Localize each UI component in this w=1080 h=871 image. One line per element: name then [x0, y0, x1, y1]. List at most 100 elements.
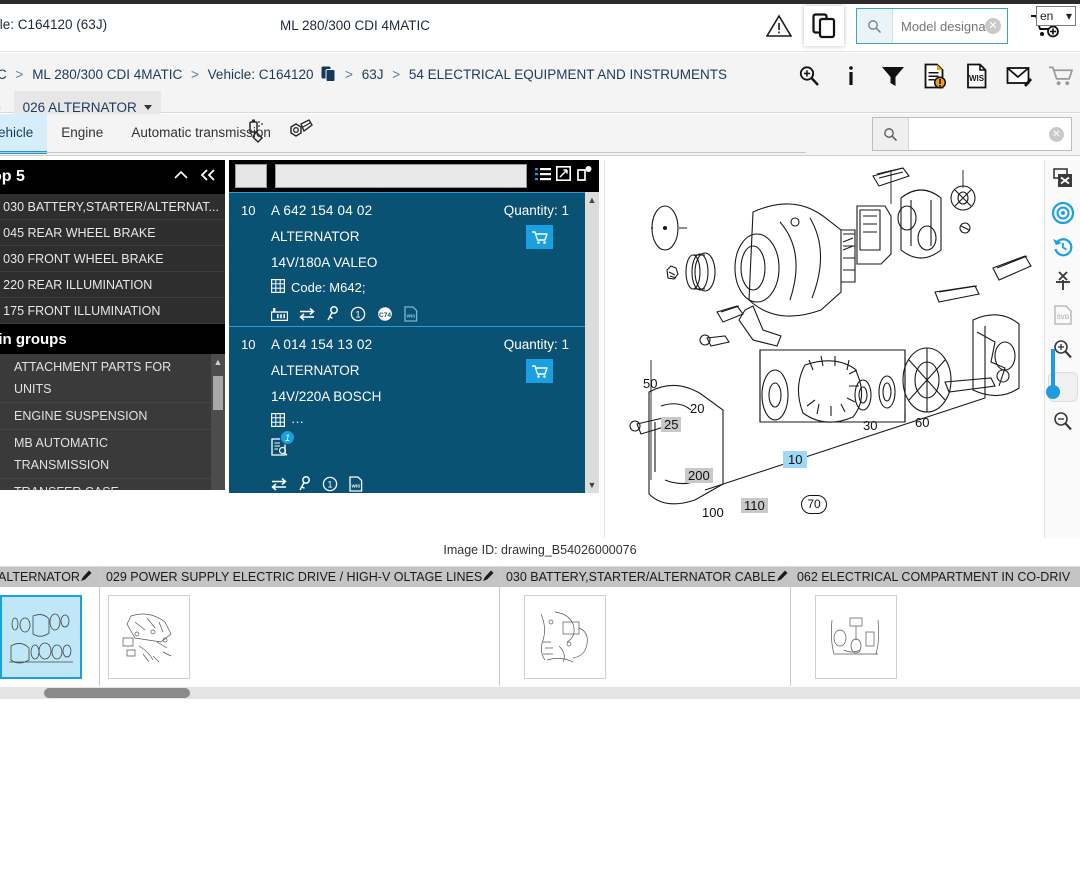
- breadcrumb-item-2[interactable]: Vehicle: C164120: [208, 67, 314, 82]
- table-grid-icon[interactable]: [271, 413, 286, 430]
- list-item[interactable]: [0, 595, 82, 679]
- key-icon[interactable]: [326, 306, 339, 327]
- clear-icon[interactable]: ✕: [1049, 126, 1064, 142]
- add-to-cart-icon[interactable]: [526, 225, 553, 249]
- thumbnail-group-title: 030 BATTERY,STARTER/ALTERNATOR CABLE: [505, 570, 776, 584]
- diagram-callout-200[interactable]: 200: [685, 468, 713, 483]
- warning-triangle-icon[interactable]: [762, 6, 796, 46]
- wis-icon[interactable]: WIS: [349, 476, 363, 493]
- scrollbar-thumb[interactable]: [44, 688, 190, 698]
- thumbnail-group-0: ALTERNATOR: [0, 567, 100, 686]
- table-row[interactable]: 10 A 014 154 13 02 ALTERNATOR 14V/220A B…: [229, 326, 599, 492]
- diagram-callout-110[interactable]: 110: [741, 498, 768, 513]
- parts-search-input[interactable]: [909, 118, 1049, 150]
- target-focus-icon[interactable]: [1048, 198, 1078, 228]
- circle-one-icon[interactable]: 1: [322, 476, 338, 493]
- thumbnail-group-header[interactable]: ALTERNATOR: [0, 567, 99, 587]
- list-view-icon[interactable]: [535, 166, 551, 187]
- thumbnail-group-header[interactable]: 062 ELECTRICAL COMPARTMENT IN CO-DRIV: [790, 567, 1080, 587]
- unpin-icon[interactable]: [1048, 266, 1078, 296]
- svg-text:WIS: WIS: [968, 74, 984, 83]
- paint-spray-icon[interactable]: [246, 118, 272, 149]
- breadcrumb-item-3[interactable]: 63J: [362, 67, 384, 82]
- context-tab-bar: ehicle Engine Automatic transmission ✕: [0, 114, 1080, 156]
- svg-export-icon[interactable]: SVG: [1048, 300, 1078, 330]
- breadcrumb-item-0[interactable]: PC: [0, 67, 7, 82]
- thumbnail-group-header[interactable]: 029 POWER SUPPLY ELECTRIC DRIVE / HIGH-V…: [99, 567, 499, 587]
- exchange-icon[interactable]: [271, 477, 287, 493]
- edit-icon[interactable]: [482, 569, 495, 585]
- tab-vehicle[interactable]: ehicle: [0, 114, 48, 154]
- add-to-cart-icon[interactable]: [526, 359, 553, 383]
- zoom-search-icon[interactable]: [795, 61, 822, 91]
- thumbnail-group-body: [100, 587, 499, 686]
- table-grid-icon[interactable]: [271, 279, 286, 296]
- sidebar-item-4[interactable]: - 175 FRONT ILLUMINATION: [0, 298, 225, 324]
- sidebar-item-3[interactable]: - 220 REAR ILLUMINATION: [0, 272, 225, 298]
- edit-icon[interactable]: [776, 569, 789, 585]
- sidebar-top5-header: op 5: [0, 160, 225, 194]
- close-image-icon[interactable]: [1048, 164, 1078, 194]
- chevron-up-icon[interactable]: [173, 168, 189, 186]
- model-search-box[interactable]: ✕: [856, 8, 1008, 44]
- copy-vehicle-icon[interactable]: [321, 64, 336, 91]
- circle-one-icon[interactable]: 1: [350, 306, 366, 327]
- list-item[interactable]: [107, 595, 190, 679]
- zoom-slider-thumb[interactable]: [1045, 385, 1060, 399]
- document-alert-icon[interactable]: [921, 61, 948, 91]
- key-icon[interactable]: [298, 476, 311, 493]
- part-position-number: 10: [241, 337, 256, 352]
- sidebar-group-2[interactable]: MB AUTOMATIC TRANSMISSION: [0, 430, 225, 479]
- sidebar-group-0[interactable]: ATTACHMENT PARTS FOR UNITS: [0, 354, 225, 403]
- sidebar-group-3[interactable]: TRANSFER CASE: [0, 479, 225, 490]
- duplicate-icon[interactable]: [576, 165, 593, 187]
- parts-filter-input[interactable]: [275, 164, 527, 188]
- edit-icon[interactable]: [80, 569, 93, 585]
- sidebar-scrollbar[interactable]: ▲ ▼: [211, 354, 225, 490]
- breadcrumb-separator: >: [15, 67, 24, 82]
- scrollbar-thumb[interactable]: [213, 376, 223, 410]
- list-item[interactable]: [814, 595, 897, 679]
- copy-documents-icon[interactable]: [804, 6, 844, 46]
- sidebar-group-1[interactable]: ENGINE SUSPENSION: [0, 403, 225, 430]
- sidebar-item-2[interactable]: - 030 FRONT WHEEL BRAKE: [0, 246, 225, 272]
- exchange-icon[interactable]: [299, 307, 315, 326]
- expand-icon[interactable]: [556, 166, 571, 186]
- table-row[interactable]: 10 A 642 154 04 02 ALTERNATOR 14V/180A V…: [229, 192, 599, 326]
- breadcrumb-item-1[interactable]: ML 280/300 CDI 4MATIC: [32, 67, 182, 82]
- clear-icon[interactable]: ✕: [985, 18, 1001, 34]
- diagram-viewer[interactable]: 50 20 25 10 30 60 200 100 110 70 80 SVG: [604, 160, 1080, 598]
- cart-icon[interactable]: [1047, 61, 1074, 91]
- factory-icon[interactable]: [270, 307, 289, 326]
- scroll-up-arrow-icon[interactable]: ▲: [211, 354, 225, 370]
- thumbnail-horizontal-scrollbar[interactable]: [0, 687, 1080, 699]
- wis-icon[interactable]: WIS: [404, 306, 418, 327]
- info-icon[interactable]: [837, 61, 864, 91]
- diagram-callout-25[interactable]: 25: [661, 417, 682, 432]
- sidebar-item-0[interactable]: - 030 BATTERY,STARTER/ALTERNAT...: [0, 194, 225, 220]
- filter-icon[interactable]: [879, 61, 906, 91]
- c74-icon[interactable]: C74: [377, 306, 393, 327]
- diagram-callout-10[interactable]: 10: [783, 451, 808, 468]
- document-search-icon[interactable]: 1: [271, 430, 295, 461]
- bolt-nut-icon[interactable]: [284, 118, 314, 149]
- parts-scrollbar[interactable]: ▲ ▼: [585, 192, 599, 493]
- wis-document-icon[interactable]: WIS: [963, 61, 990, 91]
- mail-edit-icon[interactable]: [1005, 61, 1032, 91]
- history-undo-icon[interactable]: [1048, 232, 1078, 262]
- tab-engine[interactable]: Engine: [47, 114, 117, 154]
- parts-search-box[interactable]: ✕: [872, 117, 1072, 151]
- breadcrumb-item-4[interactable]: 54 ELECTRICAL EQUIPMENT AND INSTRUMENTS: [409, 67, 727, 82]
- scroll-down-arrow-icon[interactable]: ▼: [585, 477, 599, 493]
- zoom-out-icon[interactable]: [1048, 406, 1078, 436]
- scroll-up-arrow-icon[interactable]: ▲: [585, 192, 599, 208]
- sidebar-item-1[interactable]: - 045 REAR WHEEL BRAKE: [0, 220, 225, 246]
- search-icon: [857, 9, 893, 43]
- list-item[interactable]: [523, 595, 606, 679]
- zoom-slider[interactable]: [1045, 349, 1078, 402]
- double-chevron-left-icon[interactable]: [199, 168, 217, 187]
- tab-list: ehicle Engine Automatic transmission: [0, 114, 285, 154]
- parts-position-field[interactable]: [235, 164, 267, 188]
- thumbnail-group-header[interactable]: 030 BATTERY,STARTER/ALTERNATOR CABLE: [499, 567, 790, 587]
- language-selector[interactable]: en ▾: [1036, 6, 1076, 26]
